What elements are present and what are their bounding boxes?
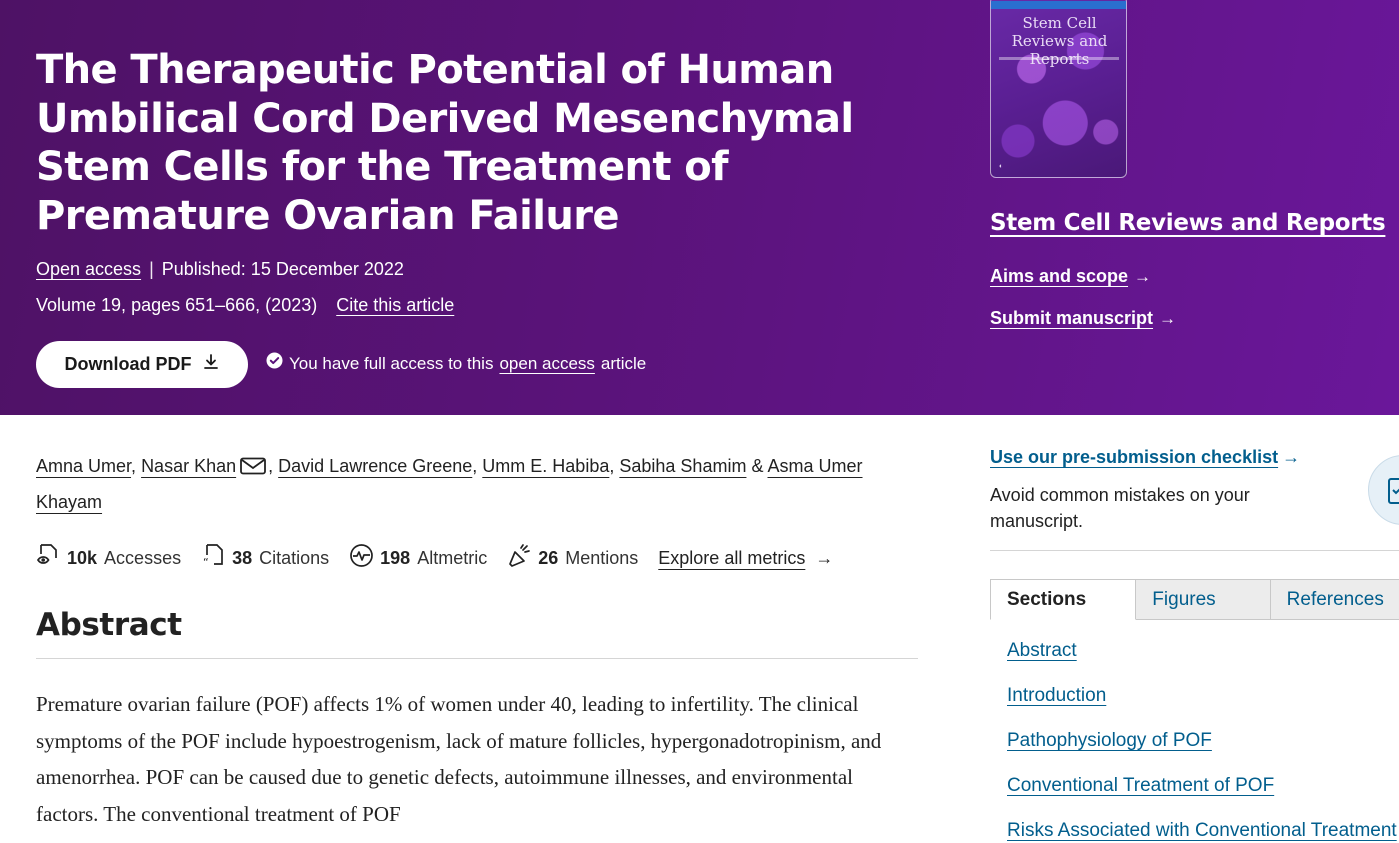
author-link[interactable]: Umm E. Habiba bbox=[482, 456, 609, 476]
svg-text:“: “ bbox=[203, 556, 209, 568]
toc-item-pathophysiology[interactable]: Pathophysiology of POF bbox=[1007, 730, 1212, 752]
aims-and-scope-label: Aims and scope bbox=[990, 266, 1129, 286]
author-link[interactable]: Sabiha Shamim bbox=[619, 456, 746, 476]
toc-item-risks[interactable]: Risks Associated with Conventional Treat… bbox=[1007, 820, 1397, 842]
article-header: The Therapeutic Potential of Human Umbil… bbox=[0, 0, 1399, 415]
sidebar-divider bbox=[990, 550, 1399, 551]
citations-icon: “ bbox=[201, 543, 232, 573]
access-note: You have full access to this open access… bbox=[266, 352, 646, 375]
altmetric-metric: 198 Altmetric bbox=[349, 543, 487, 573]
tab-figures[interactable]: Figures bbox=[1136, 579, 1271, 620]
article-title: The Therapeutic Potential of Human Umbil… bbox=[36, 47, 854, 239]
accesses-count: 10k bbox=[67, 547, 98, 568]
cite-article-link[interactable]: Cite this article bbox=[336, 295, 454, 315]
citations-count: 38 bbox=[232, 547, 253, 568]
abstract-heading: Abstract bbox=[36, 607, 182, 643]
envelope-icon[interactable] bbox=[240, 451, 267, 475]
download-pdf-button[interactable]: Download PDF bbox=[36, 341, 248, 388]
accesses-metric: 10k Accesses bbox=[36, 543, 181, 573]
toc-item-abstract[interactable]: Abstract bbox=[1007, 640, 1077, 662]
sidebar-tabs: Sections Figures References bbox=[990, 579, 1399, 620]
author-link[interactable]: Nasar Khan bbox=[141, 456, 236, 476]
arrow-right-icon: → bbox=[1282, 447, 1301, 467]
tab-sections[interactable]: Sections bbox=[990, 579, 1137, 620]
check-circle-icon bbox=[266, 352, 283, 375]
journal-title-link[interactable]: Stem Cell Reviews and Reports bbox=[990, 210, 1386, 236]
abstract-text: Premature ovarian failure (POF) affects … bbox=[36, 692, 882, 826]
aims-and-scope-link[interactable]: Aims and scope → bbox=[990, 266, 1151, 287]
cover-strip bbox=[991, 1, 1126, 9]
explore-metrics-label: Explore all metrics bbox=[658, 547, 806, 568]
megaphone-icon bbox=[507, 543, 538, 573]
toc-item-conventional-treatment[interactable]: Conventional Treatment of POF bbox=[1007, 775, 1274, 797]
explore-metrics-link[interactable]: Explore all metrics → bbox=[658, 548, 833, 569]
author-separator: , bbox=[609, 456, 615, 476]
altmetric-label: Altmetric bbox=[417, 547, 488, 568]
citations-label: Citations bbox=[259, 547, 330, 568]
author-link[interactable]: David Lawrence Greene bbox=[278, 456, 472, 476]
author-ampersand: & bbox=[751, 456, 764, 476]
mentions-count: 26 bbox=[538, 547, 559, 568]
publisher-logo-icon: ◐ bbox=[999, 163, 1004, 170]
toc-item-introduction[interactable]: Introduction bbox=[1007, 685, 1106, 707]
mentions-label: Mentions bbox=[565, 547, 639, 568]
download-pdf-label: Download PDF bbox=[64, 354, 192, 374]
access-note-prefix: You have full access to this bbox=[289, 353, 494, 373]
checklist-label: Use our pre-submission checklist bbox=[990, 447, 1279, 467]
article-metrics: 10k Accesses “ 38 Citations 198 Altmetri… bbox=[36, 543, 833, 573]
submit-manuscript-link[interactable]: Submit manuscript → bbox=[990, 308, 1176, 329]
pre-submission-checklist-link[interactable]: Use our pre-submission checklist → bbox=[990, 447, 1300, 468]
volume-info: Volume 19, pages 651–666, (2023) bbox=[36, 295, 318, 315]
open-access-link[interactable]: Open access bbox=[36, 259, 141, 279]
meta-separator: | bbox=[149, 259, 154, 279]
tab-references[interactable]: References bbox=[1270, 579, 1399, 620]
download-icon bbox=[202, 353, 220, 376]
altmetric-icon bbox=[349, 543, 380, 573]
checklist-badge bbox=[1368, 455, 1399, 525]
author-list: Amna Umer, Nasar Khan, David Lawrence Gr… bbox=[36, 448, 906, 520]
arrow-right-icon: → bbox=[1159, 308, 1177, 328]
cover-subtitle-bar bbox=[999, 57, 1119, 60]
checklist-description: Avoid common mistakes on your manuscript… bbox=[990, 485, 1250, 531]
author-separator: , bbox=[472, 456, 478, 476]
submit-manuscript-label: Submit manuscript bbox=[990, 308, 1154, 328]
altmetric-score: 198 bbox=[380, 547, 411, 568]
open-access-note-link[interactable]: open access bbox=[499, 353, 594, 375]
article-meta-line: Open access | Published: 15 December 2022 bbox=[36, 257, 404, 281]
volume-line: Volume 19, pages 651–666, (2023) Cite th… bbox=[36, 293, 454, 317]
arrow-right-icon: → bbox=[815, 547, 834, 568]
author-separator: , bbox=[131, 456, 137, 476]
journal-cover-image[interactable]: Stem Cell Reviews and Reports ◐ bbox=[990, 0, 1127, 178]
abstract-divider bbox=[36, 658, 918, 659]
access-note-suffix: article bbox=[600, 353, 647, 373]
accesses-icon bbox=[36, 543, 67, 573]
arrow-right-icon: → bbox=[1134, 266, 1152, 286]
citations-metric: “ 38 Citations bbox=[201, 543, 329, 573]
author-separator: , bbox=[268, 456, 274, 476]
author-link[interactable]: Amna Umer bbox=[36, 456, 131, 476]
mentions-metric: 26 Mentions bbox=[507, 543, 638, 573]
published-date: Published: 15 December 2022 bbox=[161, 259, 404, 279]
accesses-label: Accesses bbox=[104, 547, 182, 568]
